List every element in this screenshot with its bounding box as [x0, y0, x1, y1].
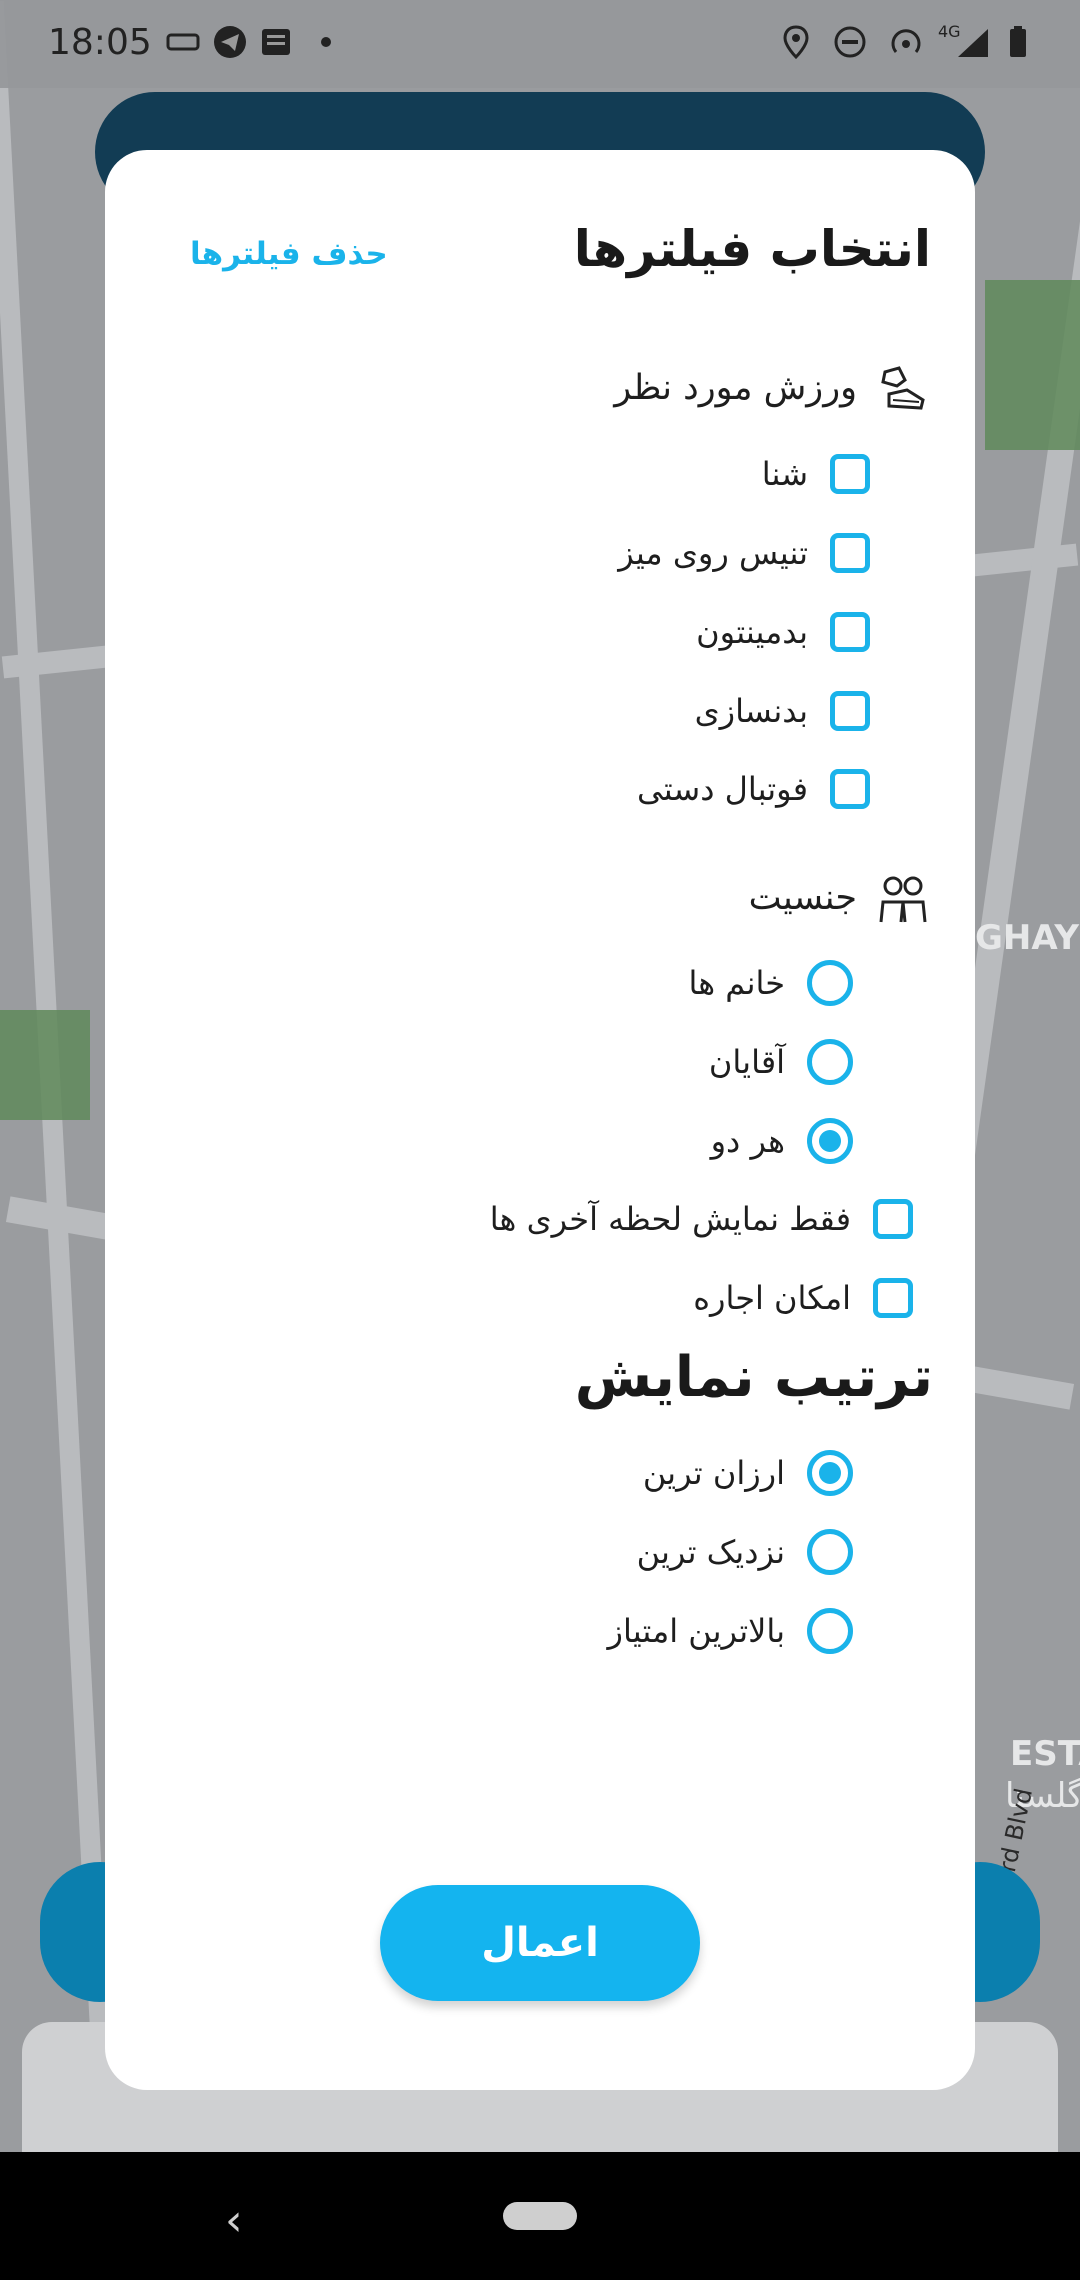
option-label: امکان اجاره: [693, 1279, 851, 1317]
filter-dialog: انتخاب فیلترها حذف فیلترها ورزش مورد نظر…: [105, 150, 975, 2090]
sport-option-bodybuilding[interactable]: بدنسازی: [695, 684, 870, 738]
sport-option-table-tennis[interactable]: تنیس روی میز: [618, 526, 870, 580]
sort-option-top-rated[interactable]: بالاترین امتیاز: [608, 1604, 853, 1658]
radio-button[interactable]: [807, 960, 853, 1006]
apply-button[interactable]: اعمال: [380, 1885, 700, 2001]
radio-button-selected[interactable]: [807, 1450, 853, 1496]
telegram-icon: [214, 26, 246, 58]
signal-icon: [958, 29, 988, 57]
status-bar: 18:05 4G: [0, 0, 1080, 88]
dot-icon: [321, 37, 331, 47]
clear-filters-link[interactable]: حذف فیلترها: [190, 236, 388, 272]
couple-icon: [879, 876, 927, 923]
radio-button[interactable]: [807, 1608, 853, 1654]
status-time: 18:05: [48, 22, 152, 63]
checkbox[interactable]: [830, 533, 870, 573]
battery-icon: [1010, 26, 1026, 57]
radio-button[interactable]: [807, 1039, 853, 1085]
checkbox[interactable]: [830, 454, 870, 494]
gender-section-title: جنسیت: [748, 878, 857, 918]
last-minute-only-option[interactable]: فقط نمایش لحظه آخری ها: [490, 1192, 913, 1246]
sport-option-foosball[interactable]: فوتبال دستی: [637, 762, 870, 816]
news-icon: [262, 29, 290, 55]
hotspot-icon: [891, 29, 921, 53]
radio-button-selected[interactable]: [807, 1118, 853, 1164]
option-label: آقایان: [708, 1043, 785, 1081]
vpn-key-icon: [166, 33, 200, 51]
gender-option-both[interactable]: هر دو: [711, 1114, 853, 1168]
gender-option-women[interactable]: خانم ها: [688, 956, 853, 1010]
map-label: GHAYE: [975, 918, 1080, 958]
back-icon[interactable]: ‹: [225, 2195, 243, 2246]
option-label: شنا: [761, 455, 808, 493]
sort-option-nearest[interactable]: نزدیک ترین: [637, 1525, 853, 1579]
location-icon: [783, 25, 809, 60]
option-label: بدمینتون: [696, 613, 808, 651]
sport-option-badminton[interactable]: بدمینتون: [696, 605, 870, 659]
sports-section-title: ورزش مورد نظر: [614, 368, 857, 408]
option-label: خانم ها: [688, 964, 785, 1002]
option-label: هر دو: [710, 1122, 785, 1160]
option-label: نزدیک ترین: [636, 1533, 785, 1571]
option-label: تنیس روی میز: [618, 534, 808, 572]
checkbox[interactable]: [873, 1278, 913, 1318]
radio-button[interactable]: [807, 1529, 853, 1575]
rental-option[interactable]: امکان اجاره: [693, 1271, 913, 1325]
gender-option-men[interactable]: آقایان: [709, 1035, 853, 1089]
dialog-title: انتخاب فیلترها: [573, 220, 931, 278]
checkbox[interactable]: [830, 612, 870, 652]
sort-section-title: ترتیب نمایش: [574, 1345, 933, 1410]
option-label: بدنسازی: [694, 692, 808, 730]
option-label: فوتبال دستی: [637, 770, 808, 808]
option-label: فقط نمایش لحظه آخری ها: [489, 1200, 851, 1238]
sneakers-icon: [881, 366, 925, 410]
gender-section-header: جنسیت: [749, 868, 931, 928]
option-label: بالاترین امتیاز: [607, 1612, 785, 1650]
sport-option-swimming[interactable]: شنا: [762, 447, 870, 501]
checkbox[interactable]: [830, 691, 870, 731]
home-pill[interactable]: [503, 2202, 577, 2230]
do-not-disturb-icon: [834, 26, 866, 58]
option-label: ارزان ترین: [642, 1454, 785, 1492]
sort-option-cheapest[interactable]: ارزان ترین: [643, 1446, 853, 1500]
checkbox[interactable]: [830, 769, 870, 809]
sports-section-header: ورزش مورد نظر: [614, 358, 931, 418]
checkbox[interactable]: [873, 1199, 913, 1239]
